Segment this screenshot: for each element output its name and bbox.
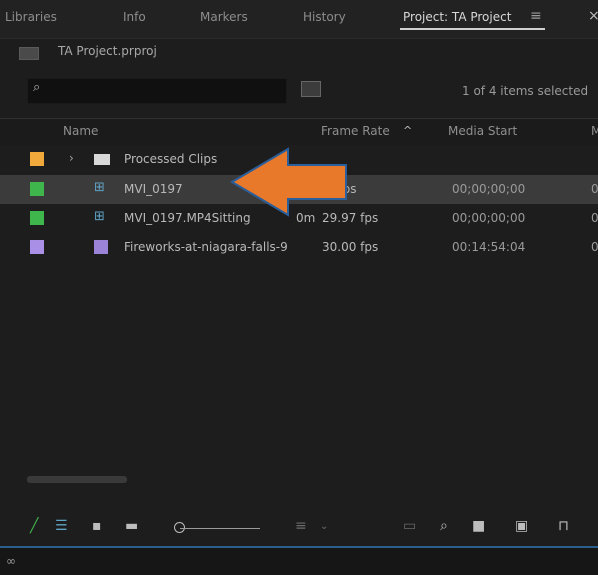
sort-ascending-icon: ^: [403, 124, 413, 137]
tab-info[interactable]: Info: [123, 10, 146, 24]
icon-view-icon[interactable]: ▪: [92, 518, 102, 534]
item-name: Processed Clips: [124, 152, 218, 166]
close-icon[interactable]: ×: [588, 8, 598, 24]
label-color-swatch[interactable]: [30, 152, 44, 166]
selection-count: 1 of 4 items selected: [462, 84, 589, 98]
list-item-clip[interactable]: Fireworks-at-niagara-falls-9 30.00 fps 0…: [0, 233, 598, 262]
item-extra: 0: [591, 240, 598, 254]
project-file-icon: [19, 47, 39, 60]
item-name: Fireworks-at-niagara-falls-9: [124, 240, 288, 254]
item-extra: 0: [591, 211, 598, 225]
clip-icon: [94, 240, 108, 254]
sequence-icon: ⊞: [94, 209, 105, 224]
active-tab-indicator: [400, 28, 545, 30]
label-color-swatch[interactable]: [30, 182, 44, 196]
freeform-view-icon[interactable]: ▬: [125, 518, 138, 534]
item-frame-rate: 30.00 fps: [322, 240, 379, 254]
column-header-truncated[interactable]: M: [591, 124, 598, 138]
item-media-start: 00:14:54:04: [452, 240, 526, 254]
label-color-swatch[interactable]: [30, 211, 44, 225]
item-media-start: 00;00;00;00: [452, 211, 526, 225]
column-header-media-start[interactable]: Media Start: [448, 124, 517, 138]
pen-icon[interactable]: ╱: [30, 518, 38, 534]
find-icon[interactable]: ⌕: [440, 518, 448, 534]
horizontal-scrollbar[interactable]: [27, 476, 127, 483]
orange-arrow-annotation: [230, 147, 347, 217]
creative-cloud-icon[interactable]: ∞: [6, 554, 16, 568]
search-icon: ⌕: [33, 80, 41, 95]
find-bin-icon[interactable]: [301, 81, 321, 97]
status-bar: [0, 546, 598, 575]
chevron-right-icon[interactable]: ›: [69, 151, 74, 165]
list-view-icon[interactable]: ☰: [55, 518, 68, 534]
zoom-slider[interactable]: [180, 528, 260, 529]
tab-history[interactable]: History: [303, 10, 346, 24]
tab-markers[interactable]: Markers: [200, 10, 248, 24]
panel-menu-icon[interactable]: ≡: [530, 8, 542, 24]
folder-icon: [94, 154, 110, 165]
chevron-down-icon[interactable]: ⌄: [320, 521, 328, 532]
item-extra: 0: [591, 182, 598, 196]
tab-libraries[interactable]: Libraries: [5, 10, 57, 24]
search-input[interactable]: [27, 78, 287, 104]
column-header-frame-rate[interactable]: Frame Rate: [321, 124, 390, 138]
project-filename: TA Project.prproj: [58, 44, 157, 58]
item-media-start: 00;00;00;00: [452, 182, 526, 196]
new-bin-icon[interactable]: ■: [472, 518, 485, 534]
column-header-name[interactable]: Name: [63, 124, 98, 138]
new-item-icon[interactable]: ▣: [515, 518, 528, 534]
automate-to-sequence-icon[interactable]: ▭: [403, 518, 416, 534]
trash-icon[interactable]: ⊓: [558, 518, 569, 534]
item-name: MVI_0197: [124, 182, 183, 196]
sort-icons-icon[interactable]: ≡: [295, 518, 307, 534]
label-color-swatch[interactable]: [30, 240, 44, 254]
tab-project[interactable]: Project: TA Project: [403, 10, 511, 24]
sequence-icon: ⊞: [94, 180, 105, 195]
